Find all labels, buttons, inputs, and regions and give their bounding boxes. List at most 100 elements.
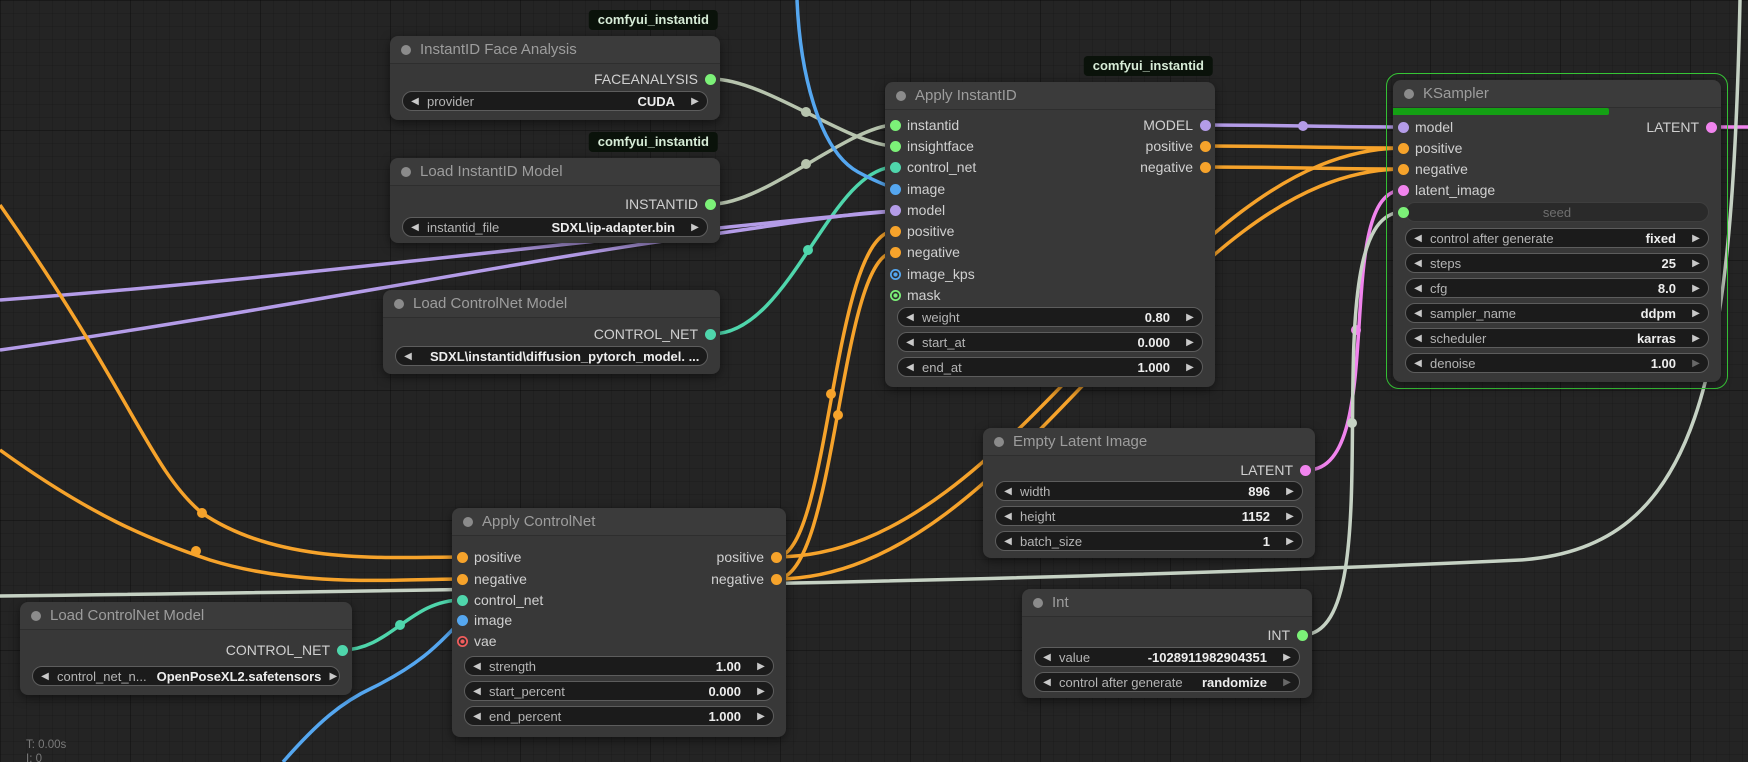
widget-increment-icon[interactable]: ▶: [321, 671, 340, 682]
widget-increment-icon[interactable]: ▶: [1178, 337, 1202, 348]
node-title-bar[interactable]: Int: [1022, 589, 1312, 617]
widget-increment-icon[interactable]: ▶: [699, 351, 708, 362]
input-port-seed-icon[interactable]: [1398, 207, 1409, 218]
widget-increment-icon[interactable]: ▶: [1684, 283, 1708, 294]
widget-decrement-icon[interactable]: ◀: [33, 671, 57, 682]
input-port-control_net-icon[interactable]: [457, 595, 468, 606]
widget-cfg[interactable]: ◀cfg8.0▶: [1405, 278, 1709, 298]
node-apply-controlnet[interactable]: Apply ControlNetpositivenegativecontrol_…: [452, 508, 786, 737]
input-port-instantid-icon[interactable]: [890, 120, 901, 131]
output-port-LATENT-icon[interactable]: [1706, 122, 1717, 133]
widget-value[interactable]: ◀SDXL\instantid\diffusion_pytorch_model.…: [395, 346, 708, 366]
widget-increment-icon[interactable]: ▶: [1684, 308, 1708, 319]
widget-decrement-icon[interactable]: ◀: [996, 486, 1020, 497]
node-load-controlnet-model-instantid[interactable]: Load ControlNet ModelCONTROL_NET◀SDXL\in…: [383, 290, 720, 374]
widget-denoise[interactable]: ◀denoise1.00▶: [1405, 353, 1709, 373]
widget-decrement-icon[interactable]: ◀: [465, 686, 489, 697]
wire-positive-in[interactable]: [0, 205, 462, 558]
widget-decrement-icon[interactable]: ◀: [898, 337, 922, 348]
input-port-negative-icon[interactable]: [457, 574, 468, 585]
input-port-model-icon[interactable]: [1398, 122, 1409, 133]
output-port-LATENT-icon[interactable]: [1300, 465, 1311, 476]
node-title-bar[interactable]: InstantID Face Analysis: [390, 36, 720, 64]
widget-increment-icon[interactable]: ▶: [1275, 677, 1299, 688]
widget-decrement-icon[interactable]: ◀: [403, 222, 427, 233]
input-port-image-icon[interactable]: [890, 184, 901, 195]
widget-increment-icon[interactable]: ▶: [1684, 258, 1708, 269]
node-load-instantid-model[interactable]: Load InstantID ModelINSTANTID◀instantid_…: [390, 158, 720, 243]
node-title-bar[interactable]: Apply InstantID: [885, 82, 1215, 110]
widget-increment-icon[interactable]: ▶: [1684, 358, 1708, 369]
widget-control-after-generate[interactable]: ◀control after generaterandomize▶: [1034, 672, 1300, 692]
widget-increment-icon[interactable]: ▶: [1278, 536, 1302, 547]
output-port-negative-icon[interactable]: [771, 574, 782, 585]
node-title-bar[interactable]: Empty Latent Image: [983, 428, 1315, 456]
widget-decrement-icon[interactable]: ◀: [996, 511, 1020, 522]
input-port-insightface-icon[interactable]: [890, 141, 901, 152]
input-port-control_net-icon[interactable]: [890, 162, 901, 173]
input-port-image-icon[interactable]: [457, 615, 468, 626]
input-port-vae-icon[interactable]: [457, 636, 468, 647]
node-title-bar[interactable]: Apply ControlNet: [452, 508, 786, 536]
node-int[interactable]: IntINT◀value-1028911982904351▶◀control a…: [1022, 589, 1312, 698]
input-port-positive-icon[interactable]: [1398, 143, 1409, 154]
widget-decrement-icon[interactable]: ◀: [898, 362, 922, 373]
input-port-negative-icon[interactable]: [1398, 164, 1409, 175]
node-instantid-face-analysis[interactable]: InstantID Face AnalysisFACEANALYSIS◀prov…: [390, 36, 720, 120]
widget-start_percent[interactable]: ◀start_percent0.000▶: [464, 681, 774, 701]
widget-increment-icon[interactable]: ▶: [749, 711, 773, 722]
widget-end_percent[interactable]: ◀end_percent1.000▶: [464, 706, 774, 726]
node-graph-canvas[interactable]: T: 0.00s I: 0 InstantID Face AnalysisFAC…: [0, 0, 1748, 762]
widget-control_net_n-[interactable]: ◀control_net_n...OpenPoseXL2.safetensors…: [32, 666, 340, 686]
widget-increment-icon[interactable]: ▶: [749, 661, 773, 672]
output-port-negative-icon[interactable]: [1200, 162, 1211, 173]
widget-decrement-icon[interactable]: ◀: [1406, 308, 1430, 319]
widget-width[interactable]: ◀width896▶: [995, 481, 1303, 501]
widget-increment-icon[interactable]: ▶: [749, 686, 773, 697]
widget-steps[interactable]: ◀steps25▶: [1405, 253, 1709, 273]
output-port-INT-icon[interactable]: [1297, 630, 1308, 641]
node-title-bar[interactable]: Load InstantID Model: [390, 158, 720, 186]
input-port-latent_image-icon[interactable]: [1398, 185, 1409, 196]
widget-increment-icon[interactable]: ▶: [1278, 511, 1302, 522]
input-port-positive-icon[interactable]: [890, 226, 901, 237]
output-port-CONTROL_NET-icon[interactable]: [337, 645, 348, 656]
input-port-positive-icon[interactable]: [457, 552, 468, 563]
input-port-model-icon[interactable]: [890, 205, 901, 216]
node-empty-latent-image[interactable]: Empty Latent ImageLATENT◀width896▶◀heigh…: [983, 428, 1315, 558]
output-port-positive-icon[interactable]: [771, 552, 782, 563]
widget-instantid_file[interactable]: ◀instantid_fileSDXL\ip-adapter.bin▶: [402, 217, 708, 237]
node-title-bar[interactable]: Load ControlNet Model: [20, 602, 352, 630]
widget-sampler_name[interactable]: ◀sampler_nameddpm▶: [1405, 303, 1709, 323]
output-port-CONTROL_NET-icon[interactable]: [705, 329, 716, 340]
widget-increment-icon[interactable]: ▶: [683, 222, 707, 233]
widget-increment-icon[interactable]: ▶: [683, 96, 707, 107]
widget-increment-icon[interactable]: ▶: [1275, 652, 1299, 663]
widget-strength[interactable]: ◀strength1.00▶: [464, 656, 774, 676]
output-port-FACEANALYSIS-icon[interactable]: [705, 74, 716, 85]
node-title-bar[interactable]: Load ControlNet Model: [383, 290, 720, 318]
widget-decrement-icon[interactable]: ◀: [1406, 258, 1430, 269]
input-port-mask-icon[interactable]: [890, 290, 901, 301]
widget-decrement-icon[interactable]: ◀: [1035, 652, 1059, 663]
output-port-MODEL-icon[interactable]: [1200, 120, 1211, 131]
output-port-INSTANTID-icon[interactable]: [705, 199, 716, 210]
widget-end_at[interactable]: ◀end_at1.000▶: [897, 357, 1203, 377]
widget-decrement-icon[interactable]: ◀: [1406, 233, 1430, 244]
widget-decrement-icon[interactable]: ◀: [465, 711, 489, 722]
wire-instantid-pos-out[interactable]: [1205, 146, 1403, 148]
widget-batch_size[interactable]: ◀batch_size1▶: [995, 531, 1303, 551]
widget-increment-icon[interactable]: ▶: [1684, 233, 1708, 244]
input-port-negative-icon[interactable]: [890, 247, 901, 258]
widget-increment-icon[interactable]: ▶: [1178, 312, 1202, 323]
widget-decrement-icon[interactable]: ◀: [1035, 677, 1059, 688]
widget-seed[interactable]: seed: [1405, 202, 1709, 222]
node-ksampler[interactable]: KSamplermodelpositivenegativelatent_imag…: [1393, 80, 1721, 382]
widget-provider[interactable]: ◀providerCUDA▶: [402, 91, 708, 111]
node-apply-instantid[interactable]: Apply InstantIDinstantidinsightfacecontr…: [885, 82, 1215, 387]
widget-value[interactable]: ◀value-1028911982904351▶: [1034, 647, 1300, 667]
widget-scheduler[interactable]: ◀schedulerkarras▶: [1405, 328, 1709, 348]
widget-height[interactable]: ◀height1152▶: [995, 506, 1303, 526]
widget-decrement-icon[interactable]: ◀: [898, 312, 922, 323]
wire-instantid-neg-out[interactable]: [1205, 167, 1403, 169]
